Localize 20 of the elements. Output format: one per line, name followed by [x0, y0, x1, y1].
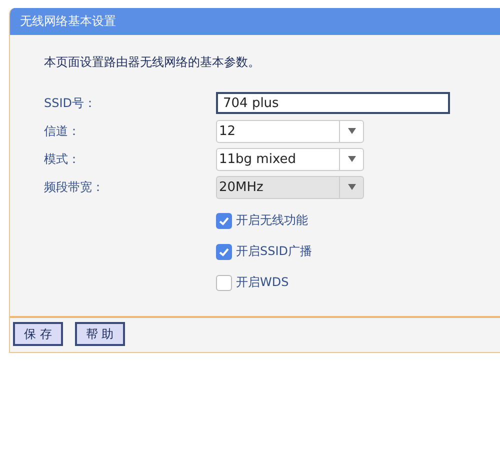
- field-label: 频段带宽：: [44, 178, 104, 196]
- checkbox[interactable]: [216, 274, 232, 290]
- ssid-field[interactable]: 704 plus: [216, 92, 450, 114]
- checkbox-label: 开启无线功能: [236, 212, 308, 229]
- window-title: 无线网络基本设置: [10, 8, 500, 35]
- field-label: SSID号：: [44, 94, 96, 112]
- checkbox-label: 开启SSID广播: [236, 243, 312, 260]
- dropdown[interactable]: 11bg mixed: [216, 148, 364, 170]
- dropdown[interactable]: 12: [216, 120, 364, 142]
- field-label: 信道：: [44, 122, 80, 140]
- caret-icon: [348, 128, 356, 134]
- description-text: 本页面设置路由器无线网络的基本参数。: [44, 54, 260, 71]
- checkbox[interactable]: [216, 212, 232, 228]
- field-label: 模式：: [44, 150, 80, 168]
- caret-icon: [348, 184, 356, 190]
- caret-icon: [348, 156, 356, 162]
- help-button[interactable]: 帮 助: [74, 322, 125, 346]
- checkbox-label: 开启WDS: [236, 274, 289, 291]
- checkbox[interactable]: [216, 244, 232, 260]
- save-button[interactable]: 保 存: [13, 322, 63, 346]
